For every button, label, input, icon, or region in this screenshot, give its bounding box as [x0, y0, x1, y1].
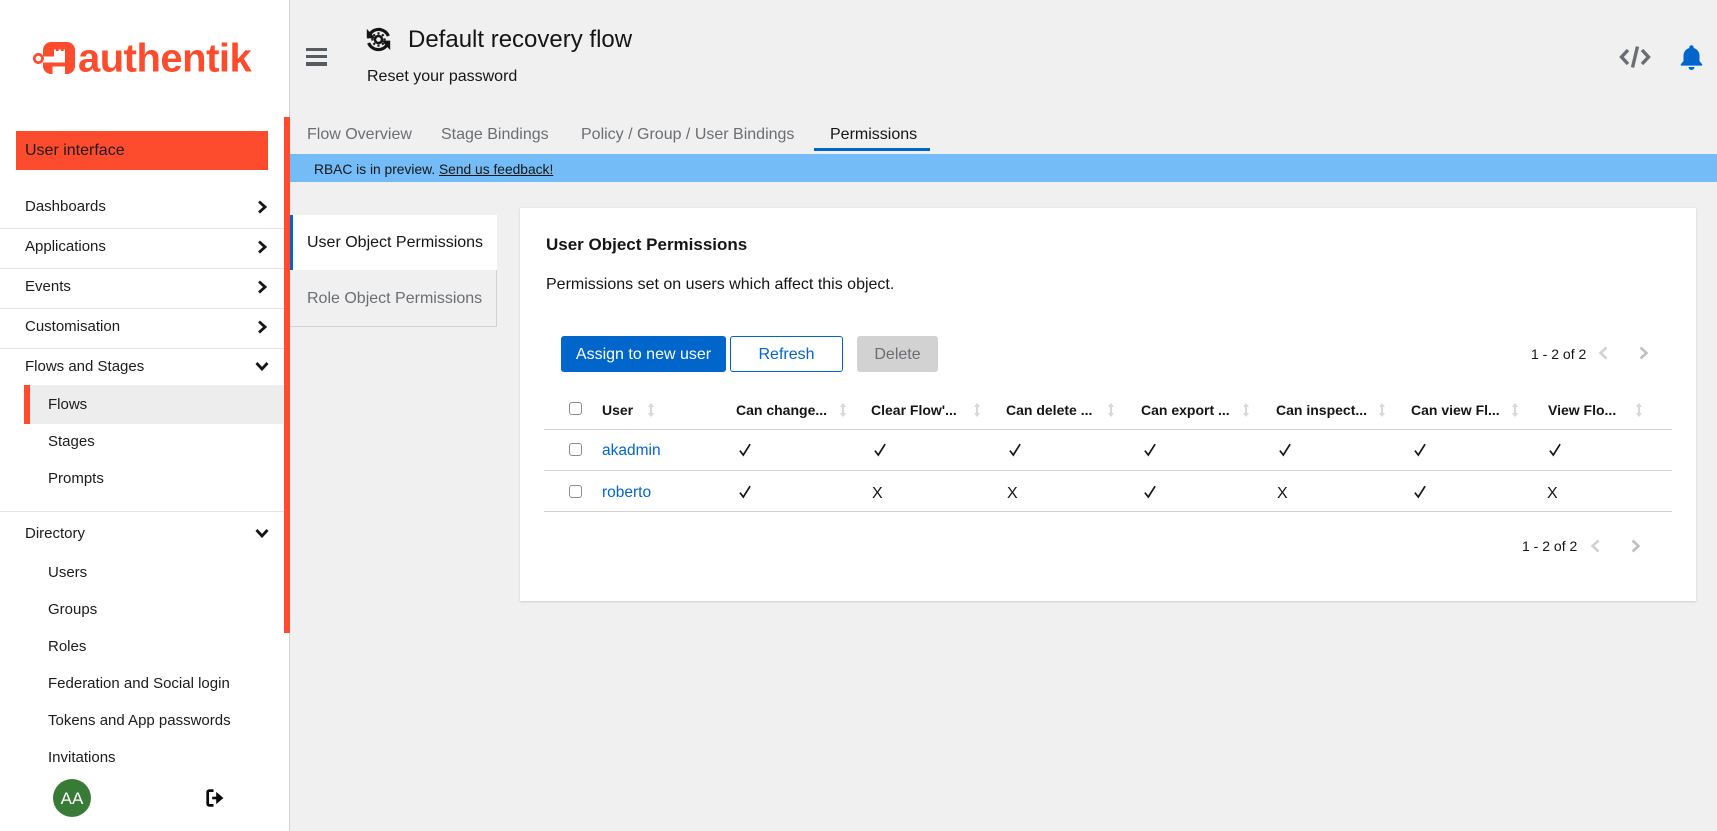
svg-text:authentik: authentik: [78, 38, 253, 80]
